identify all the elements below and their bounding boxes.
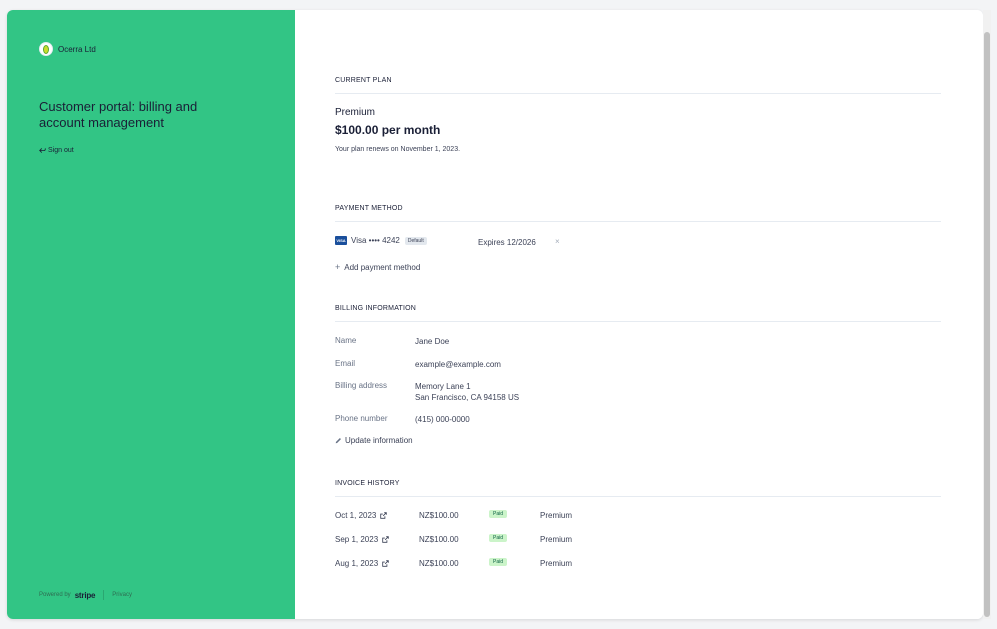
- address-line-2: San Francisco, CA 94158 US: [415, 393, 520, 402]
- portal-window: Ocerra Ltd Customer portal: billing and …: [7, 10, 983, 619]
- invoice-date: Oct 1, 2023: [335, 511, 377, 520]
- invoice-amount: NZ$100.00: [419, 535, 459, 544]
- billing-address-label: Billing address: [335, 381, 388, 390]
- invoice-amount: NZ$100.00: [419, 559, 459, 568]
- invoice-row: Oct 1, 2023 NZ$100.00 Paid Premium: [335, 510, 735, 523]
- invoice-date: Aug 1, 2023: [335, 559, 379, 568]
- invoice-date: Sep 1, 2023: [335, 535, 379, 544]
- phone-label: Phone number: [335, 414, 388, 423]
- billing-information-heading: BILLING INFORMATION: [335, 305, 417, 312]
- invoice-plan: Premium: [540, 511, 573, 520]
- main-content: CURRENT PLAN Premium $100.00 per month Y…: [295, 10, 983, 619]
- external-link-icon: [382, 560, 389, 567]
- invoice-plan: Premium: [540, 535, 573, 544]
- invoice-row: Sep 1, 2023 NZ$100.00 Paid Premium: [335, 534, 735, 547]
- invoice-link[interactable]: Oct 1, 2023: [335, 511, 388, 520]
- pencil-icon: [335, 438, 341, 444]
- payment-method-heading: PAYMENT METHOD: [335, 205, 403, 212]
- divider: [335, 496, 941, 497]
- plus-icon: +: [335, 262, 341, 272]
- name-label: Name: [335, 336, 357, 345]
- email-value: example@example.com: [415, 360, 501, 369]
- vertical-scrollbar[interactable]: [983, 10, 991, 619]
- plan-price: $100.00 per month: [335, 123, 441, 137]
- invoice-row: Aug 1, 2023 NZ$100.00 Paid Premium: [335, 558, 735, 571]
- invoice-status-badge: Paid: [489, 534, 508, 542]
- add-payment-label: Add payment method: [344, 262, 421, 272]
- default-badge: Default: [404, 236, 427, 245]
- phone-value: (415) 000-0000: [415, 415, 470, 424]
- visa-card-icon: VISA: [335, 236, 347, 245]
- plan-renewal-text: Your plan renews on November 1, 2023.: [335, 146, 461, 153]
- email-label: Email: [335, 359, 356, 368]
- external-link-icon: [382, 536, 389, 543]
- powered-by-text: Powered by: [39, 592, 71, 598]
- invoice-link[interactable]: Aug 1, 2023: [335, 559, 389, 568]
- update-information-label: Update information: [345, 436, 413, 445]
- update-information-button[interactable]: Update information: [335, 436, 413, 445]
- company-name: Ocerra Ltd: [58, 44, 96, 54]
- sidebar-panel: Ocerra Ltd Customer portal: billing and …: [7, 10, 295, 619]
- external-link-icon: [380, 512, 388, 519]
- invoice-plan: Premium: [540, 559, 573, 568]
- divider: [335, 93, 941, 94]
- card-expiry: Expires 12/2026: [478, 238, 536, 247]
- portal-title: Customer portal: billing and account man…: [39, 99, 198, 130]
- invoice-history-heading: INVOICE HISTORY: [335, 480, 400, 487]
- address-line-1: Memory Lane 1: [415, 382, 471, 391]
- invoice-link[interactable]: Sep 1, 2023: [335, 535, 389, 544]
- privacy-link[interactable]: Privacy: [112, 592, 132, 598]
- add-payment-method-button[interactable]: + Add payment method: [335, 262, 420, 272]
- sidebar-footer: Powered by stripe Privacy: [39, 590, 132, 600]
- brand: Ocerra Ltd: [39, 42, 96, 56]
- company-logo-icon: [39, 42, 53, 56]
- card-label: Visa •••• 4242: [351, 236, 400, 245]
- invoice-status-badge: Paid: [489, 558, 508, 566]
- sign-out-arrow-icon: [39, 148, 46, 153]
- name-value: Jane Doe: [415, 337, 450, 346]
- current-plan-heading: CURRENT PLAN: [335, 77, 392, 84]
- invoice-amount: NZ$100.00: [419, 511, 459, 520]
- sign-out-link[interactable]: Sign out: [39, 147, 74, 154]
- invoice-status-badge: Paid: [489, 510, 508, 518]
- sign-out-label: Sign out: [48, 147, 74, 154]
- divider: [335, 221, 941, 222]
- footer-divider: [103, 590, 105, 600]
- payment-card-row: VISA Visa •••• 4242 Default: [335, 236, 575, 245]
- divider: [335, 321, 941, 322]
- plan-name: Premium: [335, 107, 376, 118]
- scrollbar-thumb[interactable]: [984, 32, 990, 617]
- remove-card-button[interactable]: ×: [555, 237, 560, 246]
- stripe-logo[interactable]: stripe: [75, 591, 96, 600]
- billing-address-value: Memory Lane 1 San Francisco, CA 94158 US: [415, 381, 519, 403]
